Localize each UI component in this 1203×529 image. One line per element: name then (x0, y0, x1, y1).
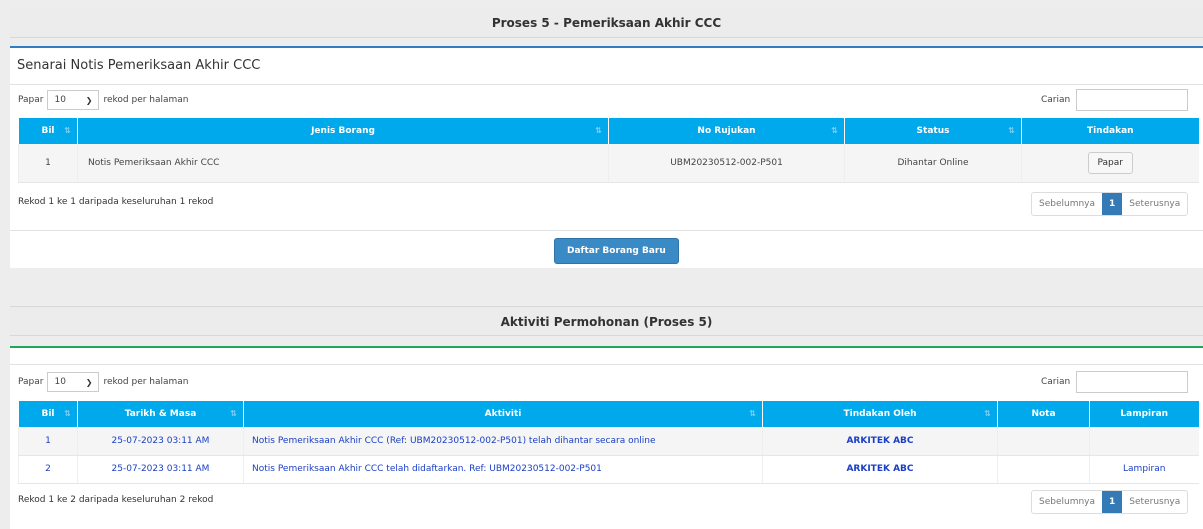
divider (10, 230, 1203, 231)
search-control-1: Carian (1041, 89, 1189, 111)
cell-lampiran (1089, 427, 1199, 456)
chevron-down-icon: ❯ (85, 377, 93, 387)
cell-jenis: Notis Pemeriksaan Akhir CCC (77, 144, 609, 183)
next-button[interactable]: Seterusnya (1122, 491, 1187, 513)
pagination-1: Sebelumnya 1 Seterusnya (1031, 192, 1189, 216)
length-suffix: rekod per halaman (103, 377, 189, 387)
col-tindakan: Tindakan (1021, 118, 1199, 144)
sort-icon: ⇅ (64, 126, 71, 135)
length-suffix: rekod per halaman (103, 95, 189, 105)
page-1-button[interactable]: 1 (1102, 491, 1123, 513)
search-label: Carian (1041, 95, 1071, 105)
cell-oleh: ARKITEK ABC (762, 455, 998, 484)
section2-title: Aktiviti Permohonan (Proses 5) (500, 315, 713, 329)
length-prefix: Papar (18, 95, 44, 105)
search-label: Carian (1041, 377, 1071, 387)
col-bil[interactable]: Bil ⇅ (18, 118, 78, 144)
cell-tarikh: 25-07-2023 03:11 AM (77, 427, 244, 456)
cell-oleh: ARKITEK ABC (762, 427, 998, 456)
col-lampiran: Lampiran (1089, 401, 1199, 427)
search-control-2: Carian (1041, 371, 1189, 393)
sort-icon: ⇅ (1008, 126, 1015, 135)
prev-button[interactable]: Sebelumnya (1032, 491, 1102, 513)
section1-subtitle: Senarai Notis Pemeriksaan Akhir CCC (17, 58, 261, 73)
cell-bil: 2 (18, 455, 78, 484)
pagination-2: Sebelumnya 1 Seterusnya (1031, 490, 1189, 514)
table-row: 1 Notis Pemeriksaan Akhir CCC UBM2023051… (18, 144, 1199, 183)
col-status[interactable]: Status ⇅ (844, 118, 1022, 144)
section1-title: Proses 5 - Pemeriksaan Akhir CCC (491, 16, 722, 30)
table-row: 2 25-07-2023 03:11 AM Notis Pemeriksaan … (18, 455, 1199, 484)
new-form-button[interactable]: Daftar Borang Baru (554, 238, 679, 264)
col-nota: Nota (997, 401, 1090, 427)
length-value: 10 (54, 377, 66, 387)
prev-button[interactable]: Sebelumnya (1032, 193, 1102, 215)
sort-icon: ⇅ (595, 126, 602, 135)
cell-status: Dihantar Online (844, 144, 1022, 183)
cell-aktiviti: Notis Pemeriksaan Akhir CCC telah didaft… (243, 455, 763, 484)
cell-tarikh: 25-07-2023 03:11 AM (77, 455, 244, 484)
forms-table: Bil ⇅ Jenis Borang ⇅ No Rujukan ⇅ Status ⇅ T… (18, 118, 1199, 183)
divider (10, 84, 1203, 85)
cell-action: Papar (1021, 144, 1199, 183)
col-bil[interactable]: Bil ⇅ (18, 401, 78, 427)
length-control-1: Papar 10 ❯ rekod per halaman (18, 90, 189, 110)
papar-button[interactable]: Papar (1087, 151, 1133, 174)
col-no-rujukan[interactable]: No Rujukan ⇅ (608, 118, 845, 144)
search-input-2[interactable] (1076, 371, 1189, 393)
section2-header: Aktiviti Permohonan (Proses 5) (10, 306, 1203, 336)
sort-icon: ⇅ (64, 409, 71, 418)
col-aktiviti[interactable]: Aktiviti ⇅ (243, 401, 763, 427)
cell-nota (997, 427, 1090, 456)
col-tarikh[interactable]: Tarikh & Masa ⇅ (77, 401, 244, 427)
page-1-button[interactable]: 1 (1102, 193, 1123, 215)
section1-header: Proses 5 - Pemeriksaan Akhir CCC (10, 8, 1203, 38)
cell-aktiviti: Notis Pemeriksaan Akhir CCC (Ref: UBM202… (243, 427, 763, 456)
sort-icon: ⇅ (230, 409, 237, 418)
cell-bil: 1 (18, 427, 78, 456)
sort-icon: ⇅ (984, 409, 991, 418)
table-info-2: Rekod 1 ke 2 daripada keseluruhan 2 reko… (18, 495, 214, 505)
sort-icon: ⇅ (831, 126, 838, 135)
length-control-2: Papar 10 ❯ rekod per halaman (18, 372, 189, 392)
col-tindakan-oleh[interactable]: Tindakan Oleh ⇅ (762, 401, 998, 427)
length-value: 10 (54, 95, 66, 105)
length-prefix: Papar (18, 377, 44, 387)
table-row: 1 25-07-2023 03:11 AM Notis Pemeriksaan … (18, 427, 1199, 456)
cell-bil: 1 (18, 144, 78, 183)
lampiran-link[interactable]: Lampiran (1089, 455, 1199, 484)
length-select-2[interactable]: 10 ❯ (47, 372, 100, 392)
cell-nota (997, 455, 1090, 484)
col-jenis-borang[interactable]: Jenis Borang ⇅ (77, 118, 609, 144)
table-info-1: Rekod 1 ke 1 daripada keseluruhan 1 reko… (18, 197, 214, 207)
next-button[interactable]: Seterusnya (1122, 193, 1187, 215)
sort-icon: ⇅ (749, 409, 756, 418)
activity-table: Bil ⇅ Tarikh & Masa ⇅ Aktiviti ⇅ Tindakan O… (18, 401, 1199, 484)
search-input-1[interactable] (1076, 89, 1189, 111)
divider (10, 364, 1203, 365)
length-select-1[interactable]: 10 ❯ (47, 90, 100, 110)
chevron-down-icon: ❯ (85, 95, 93, 105)
cell-rujukan: UBM20230512-002-P501 (608, 144, 845, 183)
